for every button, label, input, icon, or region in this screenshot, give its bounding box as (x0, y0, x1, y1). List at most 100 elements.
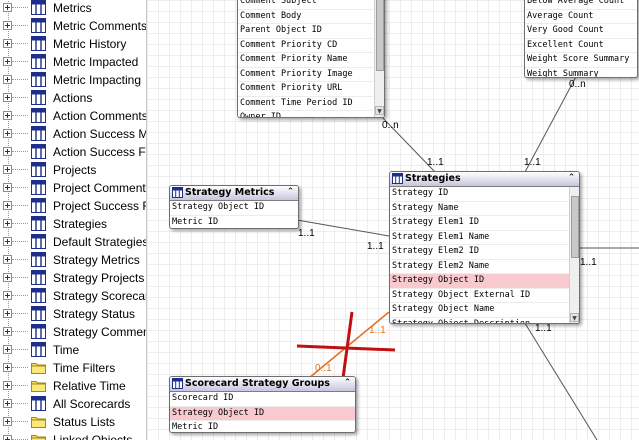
table-field[interactable]: Parent Object ID (238, 24, 373, 39)
expand-plus-icon[interactable] (3, 3, 12, 12)
table-field[interactable]: Average Count (525, 10, 637, 24)
tree-item[interactable]: Status Lists (0, 413, 146, 431)
expand-plus-icon[interactable] (3, 183, 12, 192)
expand-plus-icon[interactable] (3, 435, 12, 440)
expand-plus-icon[interactable] (3, 363, 12, 372)
table-field[interactable]: Strategy Object ID (170, 201, 298, 216)
tree-item[interactable]: Project Success Fa (0, 197, 146, 215)
table-field[interactable]: Strategy Object Name (390, 303, 569, 318)
tree-item[interactable]: Strategies (0, 215, 146, 233)
table-field[interactable]: Comment Time Period ID (238, 97, 373, 111)
collapse-icon[interactable]: ⌃ (286, 188, 295, 197)
tree-item[interactable]: Relative Time (0, 377, 146, 395)
collapse-icon[interactable]: ⌃ (343, 379, 352, 388)
tree-item[interactable]: Projects (0, 161, 146, 179)
expand-plus-icon[interactable] (3, 111, 12, 120)
expand-plus-icon[interactable] (3, 399, 12, 408)
table-field[interactable]: Comment Priority Image (238, 68, 373, 82)
table-field[interactable]: Weight Summary (525, 68, 637, 78)
expand-plus-icon[interactable] (3, 21, 12, 30)
table-field[interactable]: Metric ID (170, 216, 298, 229)
strategies-card[interactable]: Strategies ⌃ Strategy ID Strategy Name Str… (389, 171, 580, 324)
expand-plus-icon[interactable] (3, 327, 12, 336)
expand-plus-icon[interactable] (3, 417, 12, 426)
table-field[interactable]: Comment Body (238, 10, 373, 24)
expand-plus-icon[interactable] (3, 165, 12, 174)
table-field[interactable]: Strategy Elem1 ID (390, 216, 569, 231)
tree-item[interactable]: Project Comments (0, 179, 146, 197)
table-field[interactable]: Comment Priority CD (238, 39, 373, 53)
tree-item[interactable]: Strategy Status (0, 305, 146, 323)
comments-table-scrollbar[interactable]: ▼ (374, 0, 384, 117)
table-field[interactable]: Very Good Count (525, 24, 637, 39)
expand-plus-icon[interactable] (3, 273, 12, 282)
expand-plus-icon[interactable] (3, 75, 12, 84)
diagram-canvas[interactable]: Comment Subject Comment Body Parent Object… (147, 0, 639, 440)
expand-plus-icon[interactable] (3, 129, 12, 138)
strategy-metrics-card[interactable]: Strategy Metrics ⌃ Strategy Object ID Met… (169, 185, 299, 229)
table-icon (31, 252, 46, 267)
table-field[interactable]: Below Average Count (525, 0, 637, 10)
collapse-icon[interactable]: ⌃ (567, 174, 576, 183)
tree-item[interactable]: Metrics (0, 0, 146, 17)
table-field[interactable]: Strategy Object ID (170, 406, 355, 421)
expand-plus-icon[interactable] (3, 381, 12, 390)
tree-item[interactable]: Strategy Scorecard (0, 287, 146, 305)
strategy-metrics-header[interactable]: Strategy Metrics ⌃ (170, 186, 298, 201)
tree-item[interactable]: Strategy Projects (0, 269, 146, 287)
table-field[interactable]: Strategy Object ID (390, 274, 569, 289)
tree-item-label: Projects (53, 163, 97, 177)
expand-plus-icon[interactable] (3, 291, 12, 300)
tree-item[interactable]: Strategy Metrics (0, 251, 146, 269)
tree-item[interactable]: Metric History (0, 35, 146, 53)
table-field[interactable]: Owner ID (238, 111, 373, 117)
scorecard-strategy-groups-header[interactable]: Scorecard Strategy Groups ⌃ (170, 377, 355, 392)
table-field[interactable]: Strategy Name (390, 202, 569, 216)
table-field[interactable]: Excellent Count (525, 39, 637, 53)
table-icon (31, 396, 46, 411)
table-field[interactable]: Strategy Elem1 Name (390, 231, 569, 245)
table-field[interactable]: Comment Subject (238, 0, 373, 10)
scroll-down-icon[interactable]: ▼ (375, 106, 384, 115)
comments-table-card[interactable]: Comment Subject Comment Body Parent Object… (237, 0, 385, 118)
tree-item[interactable]: Linked Objects (0, 431, 146, 440)
tree-item[interactable]: Strategy Comments (0, 323, 146, 341)
expand-plus-icon[interactable] (3, 345, 12, 354)
scorecard-strategy-groups-card[interactable]: Scorecard Strategy Groups ⌃ Scorecard ID… (169, 376, 356, 433)
expand-plus-icon[interactable] (3, 309, 12, 318)
object-tree[interactable]: Metrics Metric Comments Metric History Metr… (0, 0, 147, 440)
tree-item[interactable]: Action Success Fac (0, 143, 146, 161)
tree-item[interactable]: Time Filters (0, 359, 146, 377)
tree-item[interactable]: Actions (0, 89, 146, 107)
expand-plus-icon[interactable] (3, 255, 12, 264)
table-field[interactable]: Strategy ID (390, 187, 569, 202)
tree-item[interactable]: Action Comments (0, 107, 146, 125)
tree-item[interactable]: Time (0, 341, 146, 359)
tree-item[interactable]: Metric Impacting (0, 71, 146, 89)
strategies-header[interactable]: Strategies ⌃ (390, 172, 579, 187)
table-field[interactable]: Strategy Elem2 Name (390, 260, 569, 274)
weights-table-card[interactable]: Below Average Count Average Count Very Goo… (524, 0, 638, 78)
expand-plus-icon[interactable] (3, 219, 12, 228)
table-field[interactable]: Weight Score Summary (525, 53, 637, 68)
tree-item[interactable]: Action Success Me (0, 125, 146, 143)
table-field[interactable]: Metric ID (170, 421, 355, 432)
table-field[interactable]: Scorecard ID (170, 392, 355, 407)
expand-plus-icon[interactable] (3, 57, 12, 66)
expand-plus-icon[interactable] (3, 237, 12, 246)
expand-plus-icon[interactable] (3, 147, 12, 156)
table-field[interactable]: Comment Priority Name (238, 53, 373, 68)
strategies-scrollbar[interactable]: ▼ (569, 187, 579, 323)
table-field[interactable]: Strategy Object External ID (390, 289, 569, 303)
scroll-down-icon[interactable]: ▼ (570, 313, 579, 322)
table-field[interactable]: Strategy Elem2 ID (390, 245, 569, 260)
table-field[interactable]: Comment Priority URL (238, 82, 373, 97)
tree-item[interactable]: Default Strategies (0, 233, 146, 251)
tree-item[interactable]: Metric Comments (0, 17, 146, 35)
tree-item-label: Action Success Me (53, 127, 147, 141)
expand-plus-icon[interactable] (3, 93, 12, 102)
expand-plus-icon[interactable] (3, 201, 12, 210)
tree-item[interactable]: Metric Impacted (0, 53, 146, 71)
tree-item[interactable]: All Scorecards (0, 395, 146, 413)
expand-plus-icon[interactable] (3, 39, 12, 48)
